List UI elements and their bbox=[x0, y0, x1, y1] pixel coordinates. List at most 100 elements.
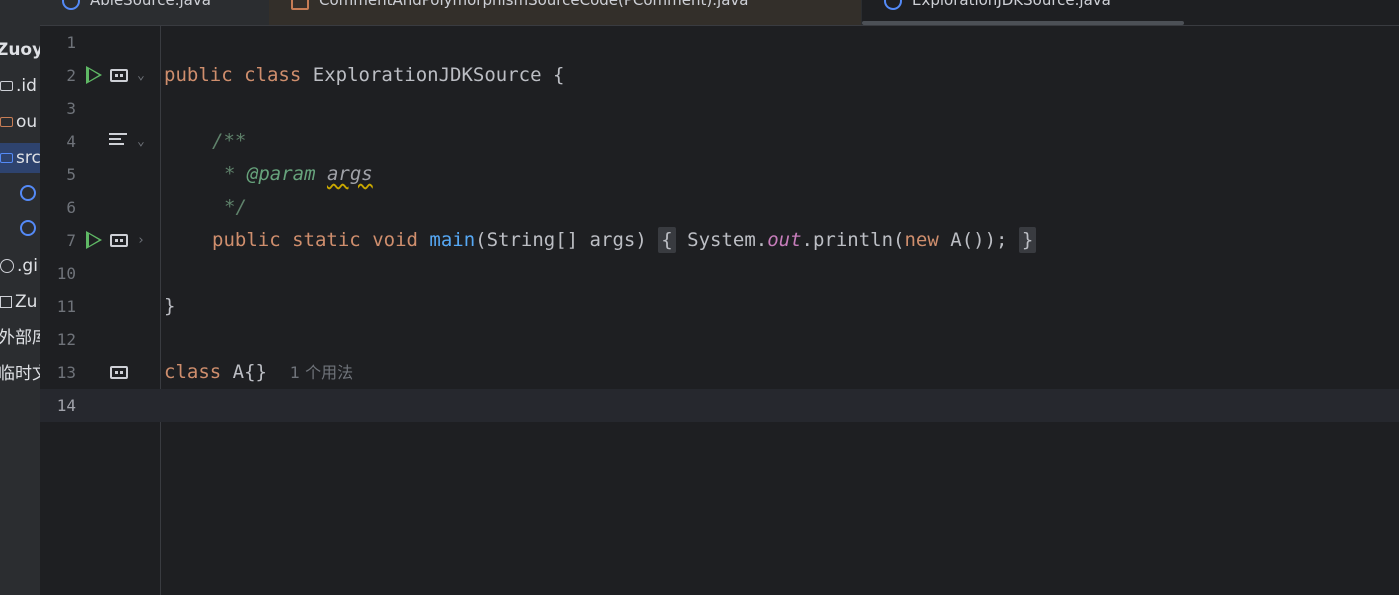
class-name: ExplorationJDKSource bbox=[312, 64, 542, 86]
code-text: class A{} 1 个用法 bbox=[164, 356, 353, 389]
usages-hint[interactable]: 1 个用法 bbox=[290, 363, 353, 382]
code-line: 3 bbox=[40, 92, 1399, 125]
code-line: 12 bbox=[40, 323, 1399, 356]
tree-item-scratches[interactable]: 临时文 bbox=[0, 359, 40, 389]
java-class-icon bbox=[62, 0, 80, 10]
comment: * bbox=[224, 163, 247, 185]
folded-brace[interactable]: { bbox=[658, 227, 676, 253]
line-number: 2 bbox=[66, 66, 76, 85]
implemented-icon[interactable] bbox=[110, 366, 128, 379]
tab-label: CommentAndPolymorphismSourceCode(PCommen… bbox=[319, 0, 749, 9]
run-icon[interactable] bbox=[86, 66, 102, 84]
tree-item-class-1[interactable] bbox=[20, 178, 39, 208]
module-icon bbox=[0, 296, 12, 308]
tab-label: AbleSource.java bbox=[90, 0, 211, 9]
line-number: 4 bbox=[66, 132, 76, 151]
java-file-icon bbox=[291, 0, 309, 10]
code-line: 1 bbox=[40, 26, 1399, 59]
code-text: /** bbox=[212, 125, 246, 158]
code-text: } bbox=[164, 290, 175, 323]
code-line-current: 14 bbox=[40, 389, 1399, 422]
tab-label: ExplorationJDKSource.java bbox=[912, 0, 1111, 9]
tree-item-label: Zu bbox=[15, 292, 38, 312]
line-number: 5 bbox=[66, 165, 76, 184]
keyword: new bbox=[904, 229, 939, 251]
tree-item-label: ou bbox=[16, 112, 38, 132]
tree-item-label: .id bbox=[16, 76, 37, 96]
code-editor[interactable]: 1 2 ⌄ public class ExplorationJDKSource … bbox=[40, 26, 1399, 595]
class-icon bbox=[20, 220, 36, 236]
static-field: out bbox=[767, 229, 802, 251]
fold-chevron-down-icon[interactable]: ⌄ bbox=[137, 125, 145, 158]
active-tab-indicator bbox=[862, 21, 1184, 25]
line-number: 13 bbox=[56, 363, 76, 382]
line-number: 11 bbox=[56, 297, 76, 316]
brace: } bbox=[164, 295, 176, 317]
tree-item-gitignore[interactable]: .gi bbox=[0, 251, 38, 281]
line-number: 14 bbox=[56, 396, 76, 415]
line-number: 7 bbox=[66, 231, 76, 250]
code-line: 10 bbox=[40, 257, 1399, 290]
gitignore-icon bbox=[0, 259, 14, 273]
tree-item-module[interactable]: Zu bbox=[0, 287, 37, 317]
identifier: .println( bbox=[801, 229, 905, 251]
folder-icon bbox=[0, 153, 13, 163]
line-number: 1 bbox=[66, 33, 76, 52]
fold-chevron-down-icon[interactable]: ⌄ bbox=[137, 59, 145, 92]
implemented-icon[interactable] bbox=[110, 234, 128, 247]
code-line: 6 */ bbox=[40, 191, 1399, 224]
tab-commentandpolymorphism[interactable]: CommentAndPolymorphismSourceCode(PCommen… bbox=[269, 0, 861, 25]
code-text: public class ExplorationJDKSource { bbox=[164, 59, 564, 92]
class-icon bbox=[20, 185, 36, 201]
code-line: 13 class A{} 1 个用法 bbox=[40, 356, 1399, 389]
tab-explorationjdksource[interactable]: ExplorationJDKSource.java bbox=[862, 0, 1399, 25]
keyword: static bbox=[292, 229, 361, 251]
code-line: 5 * @param args bbox=[40, 158, 1399, 191]
line-number: 12 bbox=[56, 330, 76, 349]
code-line: 11 } bbox=[40, 290, 1399, 323]
line-number: 3 bbox=[66, 99, 76, 118]
code-line: 7 › public static void main(String[] arg… bbox=[40, 224, 1399, 257]
tree-item-class-2[interactable] bbox=[20, 213, 39, 243]
code-line: 4 ⌄ /** bbox=[40, 125, 1399, 158]
code-text: public static void main(String[] args) {… bbox=[212, 224, 1037, 257]
tree-item-label: 临时文 bbox=[0, 364, 40, 384]
implemented-icon[interactable] bbox=[110, 69, 128, 82]
code-line: 2 ⌄ public class ExplorationJDKSource { bbox=[40, 59, 1399, 92]
identifier: A()); bbox=[950, 229, 1008, 251]
comment: /** bbox=[212, 130, 247, 152]
run-icon[interactable] bbox=[86, 231, 102, 249]
doc-render-icon[interactable] bbox=[109, 133, 127, 147]
tree-item-idea[interactable]: .id bbox=[0, 71, 37, 101]
fold-chevron-right-icon[interactable]: › bbox=[137, 224, 145, 257]
tree-item-out[interactable]: ou bbox=[0, 107, 37, 137]
folder-icon bbox=[0, 81, 13, 91]
method-name: main bbox=[429, 229, 476, 251]
project-panel: Zuoye .id ou src .gi Zu 外部库 临时文 bbox=[0, 0, 40, 595]
identifier: System. bbox=[687, 229, 768, 251]
tab-ablesource[interactable]: AbleSource.java bbox=[40, 0, 268, 25]
doc-param: args bbox=[326, 163, 373, 185]
params: (String[] args) bbox=[475, 229, 647, 251]
tree-item-label: .gi bbox=[17, 256, 38, 276]
keyword: public bbox=[212, 229, 281, 251]
brace: { bbox=[552, 64, 565, 86]
keyword: public bbox=[164, 64, 233, 86]
class-name: A{} bbox=[232, 361, 267, 383]
folded-brace[interactable]: } bbox=[1018, 227, 1037, 253]
folder-icon bbox=[0, 117, 13, 127]
doc-tag: @param bbox=[246, 163, 316, 185]
line-number: 6 bbox=[66, 198, 76, 217]
keyword: class bbox=[164, 361, 222, 383]
tree-item-src[interactable]: src bbox=[0, 143, 40, 173]
project-root[interactable]: Zuoye bbox=[0, 35, 40, 65]
tree-item-label: src bbox=[16, 148, 40, 168]
keyword: class bbox=[244, 64, 302, 86]
keyword: void bbox=[372, 229, 418, 251]
code-text: */ bbox=[224, 191, 247, 224]
line-number: 10 bbox=[56, 264, 76, 283]
java-class-icon bbox=[884, 0, 902, 10]
tree-item-label: 外部库 bbox=[0, 328, 40, 348]
tree-item-external-libs[interactable]: 外部库 bbox=[0, 323, 40, 353]
editor-tab-bar: AbleSource.java CommentAndPolymorphismSo… bbox=[40, 0, 1399, 26]
